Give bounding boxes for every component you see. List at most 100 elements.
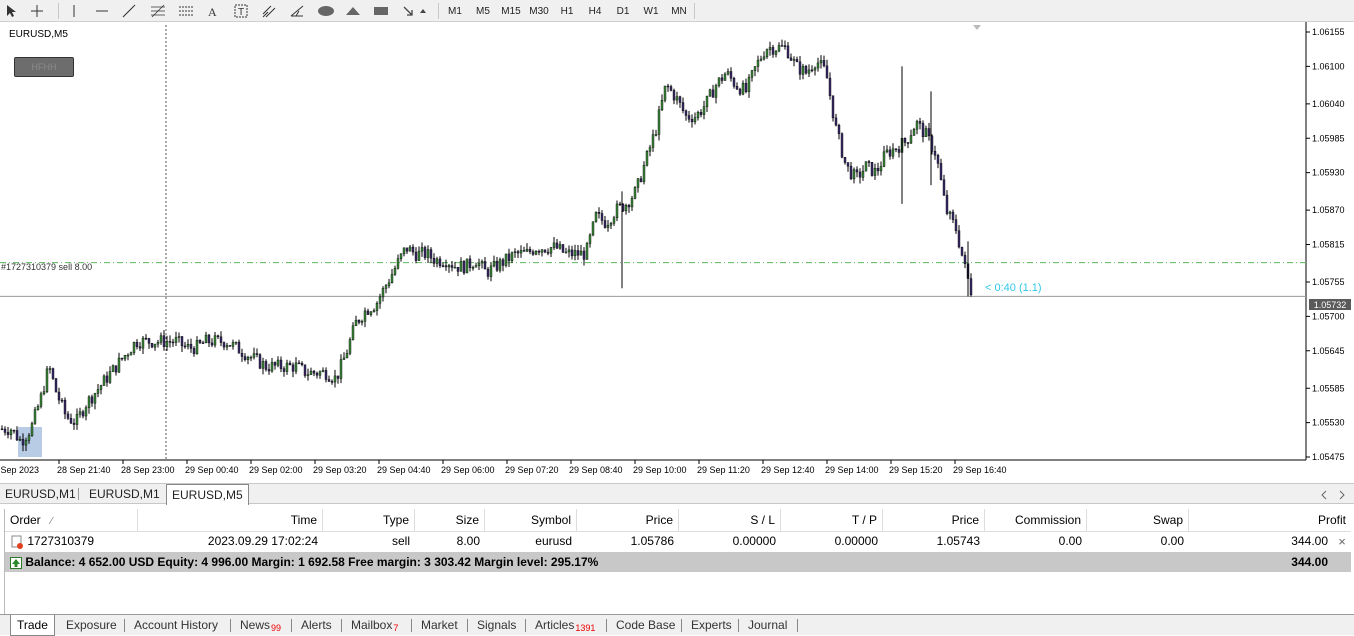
price-chart[interactable]: 1.06155 1.06100 1.06040 1.05985 1.05930 1.058…	[0, 22, 1354, 483]
header-tp[interactable]: T / P	[781, 509, 883, 531]
tab-news[interactable]: News 99	[240, 616, 281, 634]
candle-body	[129, 352, 133, 356]
selection-highlight	[18, 427, 42, 457]
candle-body	[261, 361, 265, 369]
timeframe-h1[interactable]: H1	[556, 2, 578, 20]
candle-body	[174, 337, 178, 343]
close-order-icon[interactable]: ×	[1333, 532, 1351, 551]
tab-experts[interactable]: Experts	[691, 616, 732, 634]
rectangle-icon[interactable]	[372, 1, 390, 20]
triangle-icon[interactable]	[344, 1, 362, 20]
header-time[interactable]: Time	[138, 509, 323, 531]
tab-exposure[interactable]: Exposure	[66, 616, 117, 634]
candle-body	[912, 128, 916, 136]
timeframe-d1[interactable]: D1	[612, 2, 634, 20]
candle-body	[876, 168, 880, 172]
candle-body	[432, 257, 436, 264]
header-size[interactable]: Size	[415, 509, 485, 531]
candle-body	[720, 77, 724, 81]
candle-body	[594, 212, 598, 223]
time-tick-label: 29 Sep 00:40	[185, 465, 239, 475]
candle-body	[459, 261, 463, 272]
candle-body	[627, 205, 631, 208]
tab-alerts[interactable]: Alerts	[301, 616, 332, 634]
pitchfork-icon[interactable]	[288, 1, 306, 20]
candle-body	[798, 61, 802, 75]
fibo-fan-icon[interactable]	[176, 1, 196, 20]
candle-body	[36, 406, 40, 410]
candle-body	[333, 375, 337, 383]
header-profit[interactable]: Profit	[1189, 509, 1351, 531]
candle-body	[789, 57, 793, 61]
candle-body	[696, 111, 700, 118]
timeframe-m5[interactable]: M5	[472, 2, 494, 20]
ellipse-icon[interactable]	[315, 1, 337, 20]
header-current-price[interactable]: Price	[883, 509, 985, 531]
header-symbol[interactable]: Symbol	[485, 509, 577, 531]
timeframe-m15[interactable]: M15	[498, 2, 524, 20]
header-commission[interactable]: Commission	[985, 509, 1087, 531]
candle-body	[801, 66, 805, 75]
cursor-icon[interactable]	[2, 1, 20, 20]
chart-tab-eurusd-m1[interactable]: EURUSD,M1	[0, 485, 81, 503]
candle-body	[69, 418, 73, 424]
tab-articles[interactable]: Articles 1391	[535, 616, 595, 634]
header-sl[interactable]: S / L	[679, 509, 781, 531]
tp-cell[interactable]: 0.00000	[781, 532, 883, 551]
timeframe-m30[interactable]: M30	[526, 2, 552, 20]
candle-body	[57, 391, 61, 401]
timeframe-h4[interactable]: H4	[584, 2, 606, 20]
shift-marker-icon	[973, 25, 981, 30]
tab-mailbox[interactable]: Mailbox 7	[351, 616, 398, 634]
candle-body	[381, 288, 385, 298]
candle-body	[558, 244, 562, 249]
crosshair-icon[interactable]	[28, 1, 46, 20]
candle-body	[180, 336, 184, 347]
tab-trade[interactable]: Trade	[10, 615, 55, 636]
horizontal-line-icon[interactable]	[93, 1, 111, 20]
header-order[interactable]: Order ⁄	[5, 509, 138, 531]
candle-body	[252, 353, 256, 358]
candle-body	[231, 342, 235, 347]
timeframe-mn[interactable]: MN	[666, 2, 692, 20]
type-cell: sell	[391, 534, 410, 548]
chart-tab-eurusd-m1-2[interactable]: EURUSD,M1	[84, 485, 165, 503]
timeframe-m1[interactable]: M1	[444, 2, 466, 20]
chart-overlay-button[interactable]: HFHH	[14, 57, 74, 77]
text-icon[interactable]: A	[204, 1, 222, 20]
candle-body	[204, 334, 208, 344]
tab-market[interactable]: Market	[421, 616, 458, 634]
arrows-icon[interactable]	[400, 1, 430, 20]
table-row[interactable]: 1727310379 2023.09.29 17:02:24 sell 8.00…	[5, 532, 1351, 551]
header-price[interactable]: Price	[577, 509, 679, 531]
header-type[interactable]: Type	[323, 509, 415, 531]
candle-body	[63, 399, 67, 415]
sl-cell[interactable]: 0.00000	[679, 532, 781, 551]
chart-canvas[interactable]: 1.06155 1.06100 1.06040 1.05985 1.05930 1.058…	[0, 22, 1354, 483]
candle-body	[60, 399, 64, 402]
candle-body	[396, 258, 400, 269]
chart-tab-eurusd-m5[interactable]: EURUSD,M5	[166, 484, 249, 505]
channel-icon[interactable]	[260, 1, 278, 20]
candle-body	[162, 335, 166, 347]
candle-body	[249, 356, 253, 359]
tab-account-history[interactable]: Account History	[134, 616, 218, 634]
candle-body	[111, 365, 115, 372]
fibonacci-icon[interactable]	[148, 1, 168, 20]
candle-body	[642, 165, 646, 182]
candle-body	[840, 133, 844, 158]
text-label-icon[interactable]: T	[232, 1, 250, 20]
scroll-left-icon[interactable]	[1318, 485, 1330, 504]
vertical-line-icon[interactable]	[65, 1, 83, 20]
timeframe-w1[interactable]: W1	[640, 2, 662, 20]
trendline-icon[interactable]	[120, 1, 138, 20]
mailbox-badge: 7	[393, 623, 399, 633]
scroll-right-icon[interactable]	[1336, 485, 1348, 504]
candle-body	[882, 151, 886, 167]
tab-code-base[interactable]: Code Base	[616, 616, 675, 634]
candle-body	[954, 219, 958, 231]
tab-journal[interactable]: Journal	[748, 616, 787, 634]
tab-signals[interactable]: Signals	[477, 616, 516, 634]
header-swap[interactable]: Swap	[1087, 509, 1189, 531]
candle-body	[669, 86, 673, 91]
